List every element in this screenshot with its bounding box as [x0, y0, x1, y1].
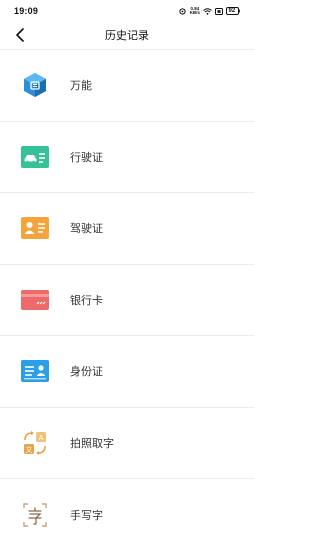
speed-unit: KB/s: [189, 10, 200, 15]
list-item-label: 手写字: [70, 509, 103, 522]
status-icons: 0.84 KB/s 92: [178, 6, 240, 16]
translate-icon: A 文: [20, 428, 50, 458]
chevron-left-icon: [16, 28, 24, 42]
cube-box-icon: [20, 70, 50, 100]
list-item-label: 银行卡: [70, 294, 103, 307]
page-title: 历史记录: [105, 30, 149, 42]
wifi-icon: [203, 7, 212, 15]
list-item-label: 身份证: [70, 366, 103, 379]
header: 历史记录: [0, 22, 254, 48]
status-bar: 19:09 0.84 KB/s 92: [0, 0, 254, 22]
person-card-icon: [20, 213, 50, 243]
list-item-label: 拍照取字: [70, 437, 114, 450]
history-list: 万能 行驶证 驾驶证 银行卡 身份证 A 文 拍照取字 手写字: [0, 50, 254, 550]
status-time: 19:09: [14, 6, 39, 16]
car-card-icon: [20, 142, 50, 172]
handwriting-icon: [20, 500, 50, 530]
back-button[interactable]: [10, 25, 30, 45]
list-item-id-card[interactable]: 身份证: [0, 336, 254, 408]
screen: 19:09 0.84 KB/s 92 历史记录 万能 行驶证 驾驶证 银行卡 身…: [0, 0, 254, 550]
list-item-label: 行驶证: [70, 151, 103, 164]
svg-text:A: A: [39, 434, 44, 442]
list-item-label: 万能: [70, 80, 92, 93]
network-speed: 0.84 KB/s: [189, 6, 200, 16]
list-item-driver-license[interactable]: 驾驶证: [0, 193, 254, 265]
id-card-icon: [20, 356, 50, 386]
battery-level: 92: [228, 8, 236, 14]
list-item-handwriting[interactable]: 手写字: [0, 479, 254, 550]
nfc-icon: [178, 7, 187, 15]
list-item-universal[interactable]: 万能: [0, 50, 254, 122]
list-item-bank-card[interactable]: 银行卡: [0, 265, 254, 336]
list-item-photo-text[interactable]: A 文 拍照取字: [0, 408, 254, 479]
list-item-label: 驾驶证: [70, 223, 103, 236]
list-item-vehicle-license[interactable]: 行驶证: [0, 122, 254, 193]
sim-icon: [215, 7, 223, 15]
svg-text:文: 文: [26, 445, 33, 454]
bank-card-icon: [20, 285, 50, 315]
battery-icon: 92: [226, 7, 240, 15]
